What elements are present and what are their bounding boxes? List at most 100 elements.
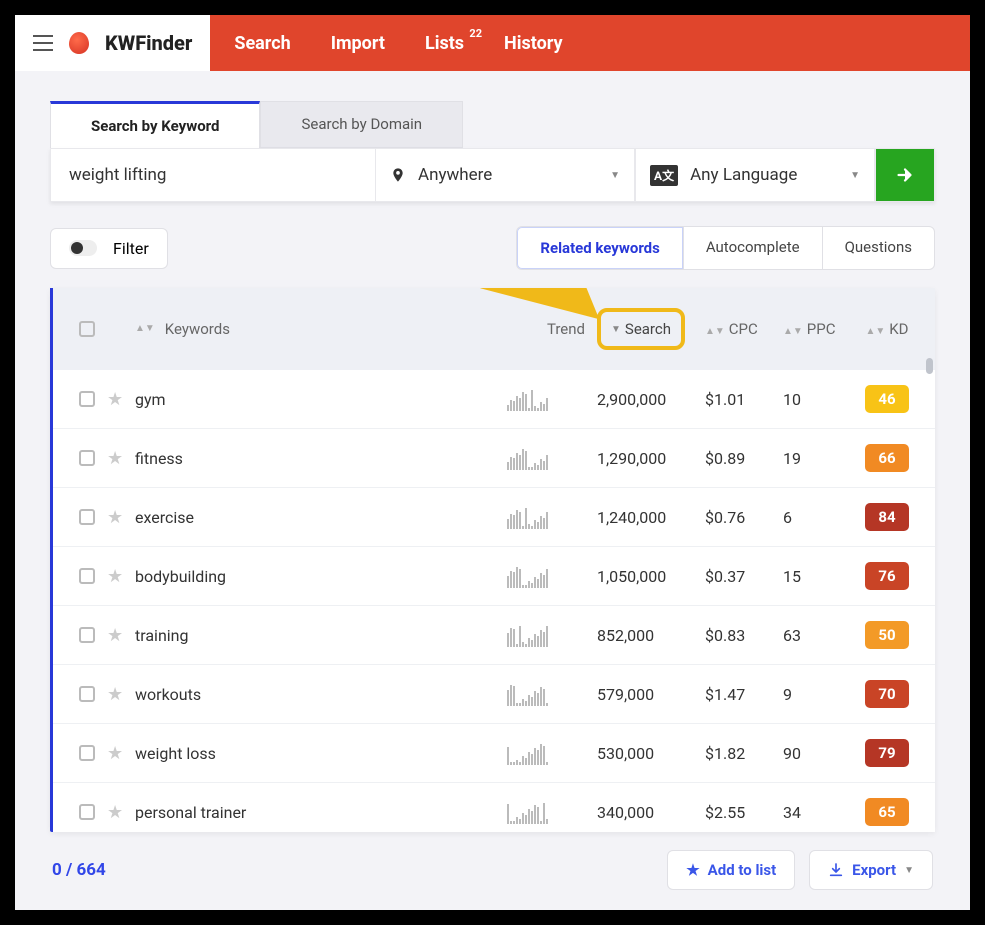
trend-sparkline xyxy=(507,505,585,529)
star-icon[interactable]: ★ xyxy=(107,389,123,410)
star-icon[interactable]: ★ xyxy=(107,625,123,646)
footer-actions: ★ Add to list Export ▼ xyxy=(667,850,933,890)
nav-lists-label: Lists xyxy=(425,33,464,54)
sort-icon: ▲▼ xyxy=(865,329,885,335)
star-icon[interactable]: ★ xyxy=(107,507,123,528)
search-volume-cell: 1,240,000 xyxy=(597,508,705,527)
kd-badge: 70 xyxy=(865,680,909,708)
row-checkbox[interactable] xyxy=(79,804,95,820)
cpc-cell: $0.37 xyxy=(705,567,783,586)
trend-cell xyxy=(507,682,597,706)
nav-history[interactable]: History xyxy=(504,33,563,54)
row-checkbox[interactable] xyxy=(79,745,95,761)
star-icon[interactable]: ★ xyxy=(107,684,123,705)
col-header-kd[interactable]: ▲▼KD xyxy=(853,320,921,338)
content-area: Search by Keyword Search by Domain weigh… xyxy=(15,71,970,910)
ppc-cell: 34 xyxy=(783,803,853,822)
location-dropdown[interactable]: Anywhere ▼ xyxy=(375,148,635,202)
hamburger-icon[interactable] xyxy=(33,35,53,51)
cpc-cell: $1.82 xyxy=(705,744,783,763)
mode-tabs: Search by Keyword Search by Domain xyxy=(50,101,935,148)
trend-cell xyxy=(507,564,597,588)
ppc-cell: 90 xyxy=(783,744,853,763)
table-row: ★fitness1,290,000$0.891966 xyxy=(53,429,935,488)
keyword-input[interactable]: weight lifting xyxy=(50,148,375,202)
col-header-keywords[interactable]: ▲▼Keywords xyxy=(135,320,507,338)
search-volume-cell: 852,000 xyxy=(597,626,705,645)
add-to-list-button[interactable]: ★ Add to list xyxy=(667,850,795,890)
trend-cell xyxy=(507,800,597,824)
keyword-cell[interactable]: personal trainer xyxy=(135,803,507,822)
col-header-trend[interactable]: Trend xyxy=(507,320,597,338)
cpc-cell: $2.55 xyxy=(705,803,783,822)
keyword-cell[interactable]: bodybuilding xyxy=(135,567,507,586)
row-checkbox[interactable] xyxy=(79,450,95,466)
nav-lists[interactable]: Lists 22 xyxy=(425,33,464,54)
tab-search-by-domain[interactable]: Search by Domain xyxy=(260,101,463,148)
kd-badge: 46 xyxy=(865,385,909,413)
col-header-cpc[interactable]: ▲▼CPC xyxy=(705,320,783,338)
trend-sparkline xyxy=(507,741,585,765)
trend-cell xyxy=(507,505,597,529)
star-icon[interactable]: ★ xyxy=(107,743,123,764)
toggle-icon xyxy=(69,240,97,256)
trend-cell xyxy=(507,623,597,647)
col-header-search[interactable]: ▼ Search xyxy=(597,308,705,350)
ppc-cell: 6 xyxy=(783,508,853,527)
sort-icon: ▲▼ xyxy=(783,329,803,335)
kd-cell: 50 xyxy=(853,621,921,649)
tab-autocomplete[interactable]: Autocomplete xyxy=(683,227,822,269)
table-row: ★workouts579,000$1.47970 xyxy=(53,665,935,724)
row-checkbox[interactable] xyxy=(79,686,95,702)
filter-row: Filter Related keywords Autocomplete Que… xyxy=(50,226,935,270)
star-icon[interactable]: ★ xyxy=(107,802,123,823)
col-header-ppc[interactable]: ▲▼PPC xyxy=(783,320,853,338)
search-button[interactable] xyxy=(875,148,935,202)
kd-badge: 50 xyxy=(865,621,909,649)
star-icon[interactable]: ★ xyxy=(107,566,123,587)
language-value: Any Language xyxy=(690,165,797,185)
row-checkbox[interactable] xyxy=(79,627,95,643)
table-row: ★personal trainer340,000$2.553465 xyxy=(53,783,935,832)
language-dropdown[interactable]: A文 Any Language ▼ xyxy=(635,148,875,202)
tab-search-by-keyword[interactable]: Search by Keyword xyxy=(50,101,260,148)
kd-badge: 79 xyxy=(865,739,909,767)
ppc-cell: 10 xyxy=(783,390,853,409)
kd-cell: 46 xyxy=(853,385,921,413)
table-row: ★ exercise 1,240,000$0.766 84 xyxy=(53,488,935,547)
table-row: ★gym2,900,000$1.011046 xyxy=(53,370,935,429)
keyword-cell[interactable]: training xyxy=(135,626,507,645)
sort-icon: ▲▼ xyxy=(135,326,155,332)
trend-sparkline xyxy=(507,446,585,470)
trend-cell xyxy=(507,741,597,765)
select-all-checkbox[interactable] xyxy=(79,321,95,337)
kd-cell: 84 xyxy=(853,503,921,531)
arrow-right-icon xyxy=(894,164,916,186)
scrollbar-thumb[interactable] xyxy=(926,358,933,374)
tab-questions[interactable]: Questions xyxy=(822,227,934,269)
keyword-cell[interactable]: gym xyxy=(135,390,507,409)
keyword-cell[interactable]: weight loss xyxy=(135,744,507,763)
filter-toggle[interactable]: Filter xyxy=(50,228,168,269)
tab-related-keywords[interactable]: Related keywords xyxy=(516,226,683,270)
keyword-cell[interactable]: workouts xyxy=(135,685,507,704)
row-checkbox[interactable] xyxy=(79,509,95,525)
kd-cell: 79 xyxy=(853,739,921,767)
export-button[interactable]: Export ▼ xyxy=(809,850,933,890)
language-icon: A文 xyxy=(650,165,678,186)
row-checkbox[interactable] xyxy=(79,391,95,407)
table-row: ★weight loss530,000$1.829079 xyxy=(53,724,935,783)
keyword-cell[interactable]: exercise xyxy=(135,508,507,527)
search-column-highlight: ▼ Search xyxy=(597,308,685,350)
cpc-cell: $0.76 xyxy=(705,508,783,527)
top-navbar: KWFinder Search Import Lists 22 History xyxy=(15,15,970,71)
kd-badge: 84 xyxy=(865,503,909,531)
star-icon[interactable]: ★ xyxy=(107,448,123,469)
keyword-cell[interactable]: fitness xyxy=(135,449,507,468)
cpc-cell: $0.89 xyxy=(705,449,783,468)
nav-search[interactable]: Search xyxy=(234,33,290,54)
search-volume-cell: 579,000 xyxy=(597,685,705,704)
row-checkbox[interactable] xyxy=(79,568,95,584)
star-icon: ★ xyxy=(686,861,699,879)
nav-import[interactable]: Import xyxy=(331,33,385,54)
